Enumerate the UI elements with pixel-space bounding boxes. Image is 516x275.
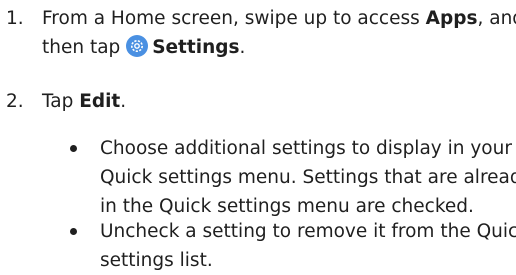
text-fragment: then tap: [42, 37, 127, 58]
bullet-line: Quick settings menu. Settings that are a…: [100, 167, 516, 188]
step-line: From a Home screen, swipe up to access A…: [42, 4, 516, 33]
text-fragment: .: [120, 91, 127, 112]
bullet-text: Choose additional settings to display in…: [100, 134, 516, 221]
bullet-line: Choose additional settings to display in…: [100, 138, 512, 159]
bullet-dot: [70, 145, 77, 152]
step-line: then tap Settings.: [42, 33, 512, 62]
settings-label: Settings: [152, 37, 240, 58]
apps-label: Apps: [425, 8, 478, 29]
step-text: Tap Edit.: [42, 87, 512, 116]
text-fragment: .: [239, 37, 246, 58]
step-number: 1.: [6, 8, 24, 29]
bullet-dot: [70, 228, 77, 235]
text-fragment: From a Home screen, swipe up to access: [42, 8, 426, 29]
step-text: From a Home screen, swipe up to access A…: [42, 4, 516, 62]
step-number: 2.: [6, 91, 24, 112]
edit-label: Edit: [79, 91, 121, 112]
text-fragment: Tap: [42, 91, 80, 112]
bullet-line: Uncheck a setting to remove it from the …: [100, 221, 516, 242]
step-line: Tap Edit.: [42, 87, 512, 116]
bullet-text: Uncheck a setting to remove it from the …: [100, 217, 516, 275]
settings-gear-icon: [126, 35, 149, 57]
bullet-line: settings list.: [100, 250, 213, 271]
text-fragment: , and: [477, 8, 516, 29]
